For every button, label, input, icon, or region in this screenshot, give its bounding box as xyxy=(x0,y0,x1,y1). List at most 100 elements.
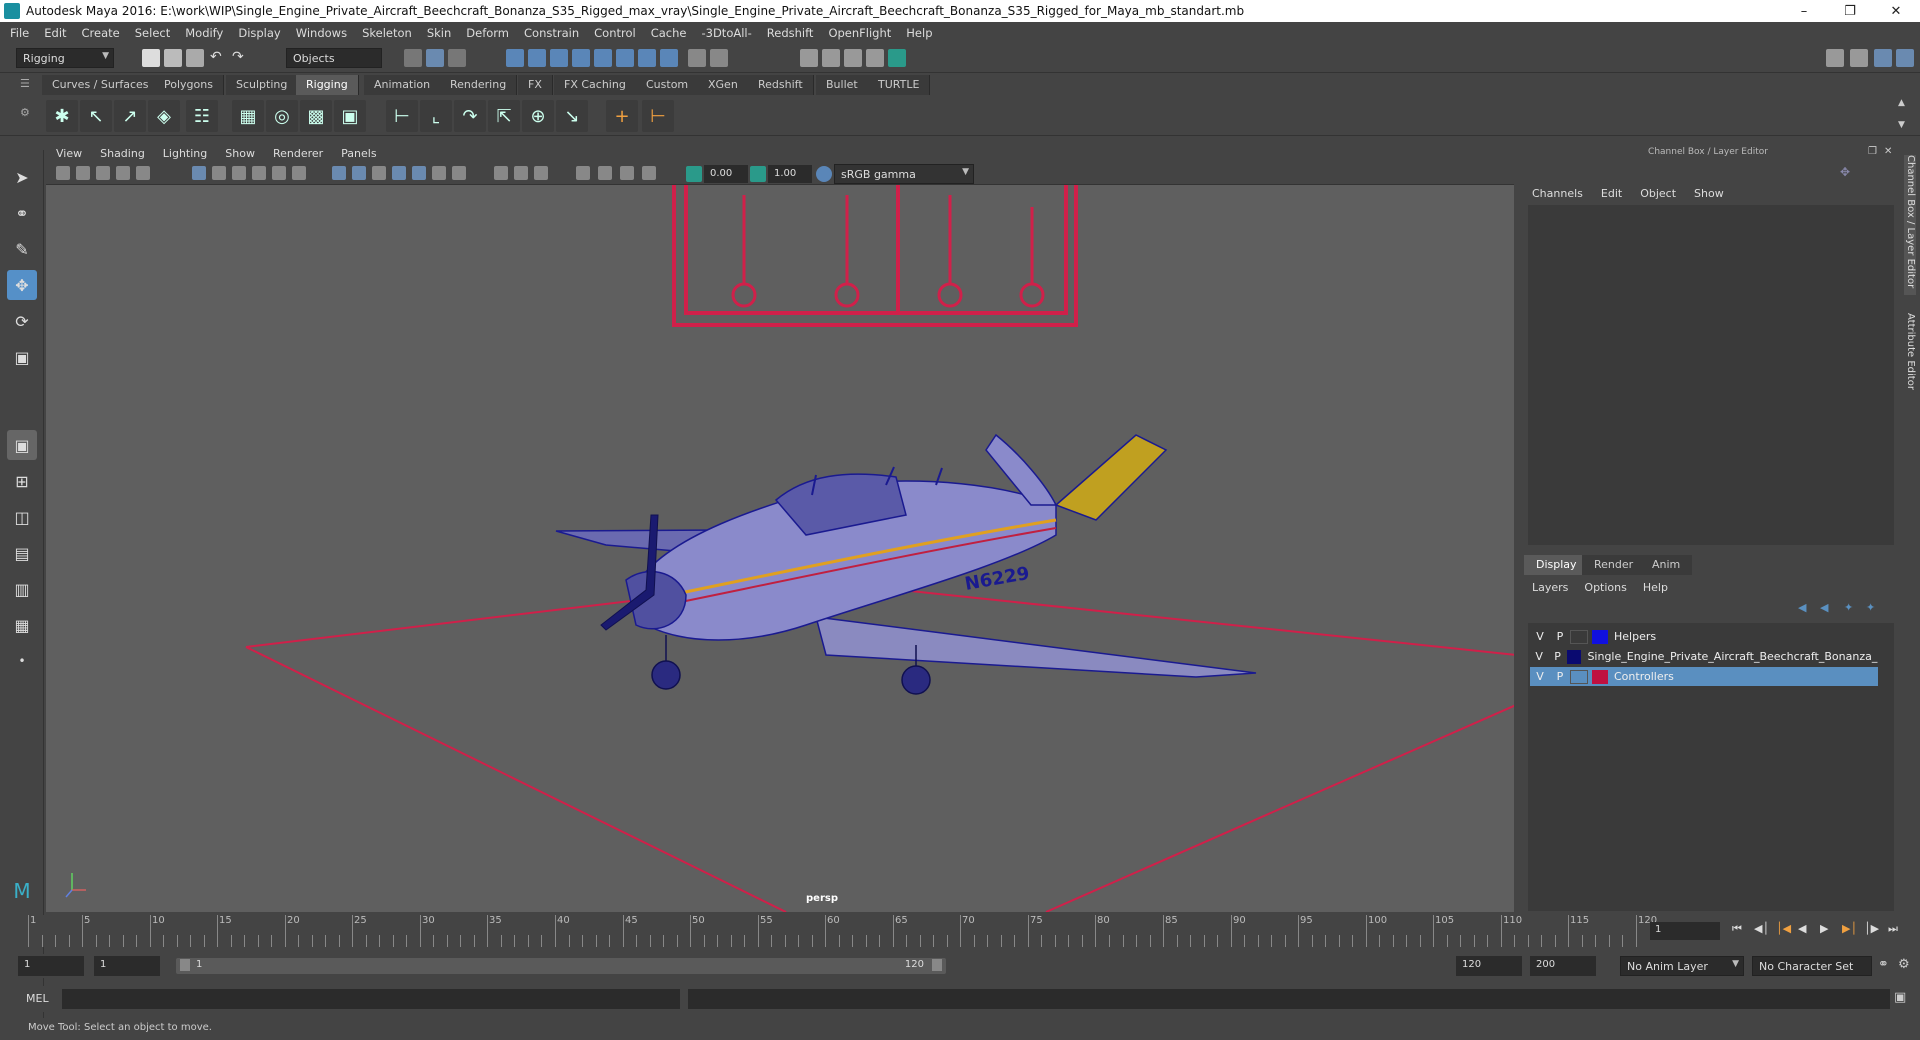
isolate-select-icon[interactable] xyxy=(576,166,590,180)
time-slider[interactable]: 1 5 10 15 20 25 30 35 40 45 50 55 60 65 70 75 80 85 90 95 10… xyxy=(24,915,1657,947)
shelf-menu-icon[interactable]: ☰ xyxy=(20,77,34,91)
panel-menu-lighting[interactable]: Lighting xyxy=(153,147,215,160)
cluster-icon[interactable]: ▦ xyxy=(232,100,264,132)
aircraft-model[interactable]: N6229 xyxy=(555,433,1257,695)
layer-visibility-toggle[interactable]: V xyxy=(1530,630,1550,643)
backface-culling-icon[interactable] xyxy=(642,166,656,180)
tab-attribute-editor[interactable]: Attribute Editor xyxy=(1904,313,1916,403)
gamma-field[interactable]: 1.00 xyxy=(768,165,812,183)
step-forward-icon[interactable]: │▶ xyxy=(1864,922,1882,940)
animation-end-field[interactable]: 200 xyxy=(1530,956,1596,976)
layer-visibility-toggle[interactable]: V xyxy=(1530,650,1548,663)
edit-menu[interactable]: Edit xyxy=(1595,187,1634,200)
layer-visibility-toggle[interactable]: V xyxy=(1530,670,1550,683)
scale-constraint-icon[interactable]: ⇱ xyxy=(488,100,520,132)
camera-attributes-icon[interactable] xyxy=(76,166,90,180)
auto-key-icon[interactable]: ⚭ xyxy=(1878,957,1896,975)
options-menu[interactable]: Options xyxy=(1578,581,1636,594)
paint-select-icon[interactable]: ✎ xyxy=(7,234,37,264)
hypershade-persp-icon[interactable]: ▦ xyxy=(7,610,37,640)
minimize-icon[interactable]: – xyxy=(1784,0,1824,22)
restore-icon[interactable]: ❐ xyxy=(1830,0,1870,22)
hypershade-icon[interactable] xyxy=(888,49,906,67)
xray-joints-icon[interactable] xyxy=(620,166,634,180)
tab-render-layers[interactable]: Render xyxy=(1582,555,1646,575)
new-scene-icon[interactable] xyxy=(142,49,160,67)
playback-start-field[interactable]: 1 xyxy=(94,956,160,976)
menu-redshift[interactable]: Redshift xyxy=(761,26,823,40)
select-tool-icon[interactable]: ➤ xyxy=(7,162,37,192)
range-slider[interactable]: 1 120 xyxy=(176,958,946,974)
menu-select[interactable]: Select xyxy=(129,26,179,40)
undo-icon[interactable]: ↶ xyxy=(210,49,228,67)
wireframe-icon[interactable] xyxy=(332,166,346,180)
menu-help[interactable]: Help xyxy=(900,26,941,40)
render-view-icon[interactable] xyxy=(800,49,818,67)
layer-color-swatch[interactable] xyxy=(1566,649,1582,664)
tab-bullet[interactable]: Bullet xyxy=(816,75,869,95)
new-layer-selected-icon[interactable]: ✦ xyxy=(1866,601,1880,615)
layer-playback-toggle[interactable]: P xyxy=(1548,650,1566,663)
panel-menu-panels[interactable]: Panels xyxy=(331,147,384,160)
lattice-icon[interactable]: ▩ xyxy=(300,100,332,132)
orient-constraint-icon[interactable]: ↷ xyxy=(454,100,486,132)
select-component-icon[interactable] xyxy=(448,49,466,67)
rotate-tool-icon[interactable]: ⟳ xyxy=(7,306,37,336)
script-editor-icon[interactable]: ▣ xyxy=(1894,990,1912,1008)
character-set-dropdown[interactable]: No Character Set xyxy=(1752,956,1872,976)
four-view-icon[interactable]: ⊞ xyxy=(7,466,37,496)
layer-display-type[interactable] xyxy=(1570,669,1588,684)
tab-sculpting[interactable]: Sculpting xyxy=(226,75,299,95)
bind-skin-icon[interactable]: ◎ xyxy=(266,100,298,132)
control-panel-controller[interactable] xyxy=(672,185,1078,327)
selection-mode-dropdown[interactable]: Objects xyxy=(286,48,382,68)
step-back-icon[interactable]: ◀│ xyxy=(1754,922,1772,940)
channel-box-toggle-icon[interactable] xyxy=(1874,49,1892,67)
go-to-start-icon[interactable]: ⏮ xyxy=(1732,922,1750,940)
tab-fx[interactable]: FX xyxy=(518,75,553,95)
view-transform-dropdown[interactable]: sRGB gamma ▼ xyxy=(834,164,974,184)
lock-icon[interactable] xyxy=(688,49,706,67)
menu-control[interactable]: Control xyxy=(588,26,645,40)
menu-display[interactable]: Display xyxy=(232,26,289,40)
save-scene-icon[interactable] xyxy=(186,49,204,67)
grease-pencil-icon[interactable] xyxy=(136,166,150,180)
layer-row-helpers[interactable]: V P Helpers xyxy=(1530,627,1878,646)
tab-fx-caching[interactable]: FX Caching xyxy=(554,75,637,95)
depth-of-field-icon[interactable] xyxy=(534,166,548,180)
redo-icon[interactable]: ↷ xyxy=(232,49,250,67)
custom-layout-icon[interactable]: • xyxy=(7,646,37,676)
snap-surface-icon[interactable] xyxy=(594,49,612,67)
tab-polygons[interactable]: Polygons xyxy=(154,75,224,95)
layer-row-controllers[interactable]: V P Controllers xyxy=(1530,667,1878,686)
aim-constraint-icon[interactable]: ⊕ xyxy=(522,100,554,132)
two-view-icon[interactable]: ◫ xyxy=(7,502,37,532)
command-language-label[interactable]: MEL xyxy=(26,992,49,1005)
ik-handle-icon[interactable]: ↖ xyxy=(80,100,112,132)
play-backwards-icon[interactable]: ◀ xyxy=(1798,922,1816,940)
image-plane-icon[interactable] xyxy=(116,166,130,180)
panel-menu-view[interactable]: View xyxy=(46,147,90,160)
attribute-editor-toggle-icon[interactable] xyxy=(1896,49,1914,67)
gate-mask-icon[interactable] xyxy=(252,166,266,180)
menu-create[interactable]: Create xyxy=(76,26,129,40)
pivot-snap-icon[interactable] xyxy=(660,49,678,67)
smooth-shade-icon[interactable] xyxy=(352,166,366,180)
anti-aliasing-icon[interactable] xyxy=(514,166,528,180)
help-menu[interactable]: Help xyxy=(1637,581,1678,594)
channels-menu[interactable]: Channels xyxy=(1526,187,1595,200)
color-management-icon[interactable] xyxy=(816,166,832,182)
layers-menu[interactable]: Layers xyxy=(1526,581,1578,594)
move-tool-icon[interactable]: ✥ xyxy=(7,270,37,300)
layer-display-type[interactable] xyxy=(1570,629,1588,644)
field-chart-icon[interactable] xyxy=(272,166,286,180)
panel-menu-show[interactable]: Show xyxy=(215,147,263,160)
tab-animation[interactable]: Animation xyxy=(364,75,442,95)
textured-icon[interactable] xyxy=(392,166,406,180)
camera-select-icon[interactable] xyxy=(56,166,70,180)
layer-playback-toggle[interactable]: P xyxy=(1550,630,1570,643)
ambient-occlusion-icon[interactable] xyxy=(452,166,466,180)
close-panel-icon[interactable]: ✕ xyxy=(1884,146,1896,158)
ik-spline-icon[interactable]: ↗ xyxy=(114,100,146,132)
resolution-gate-icon[interactable] xyxy=(232,166,246,180)
